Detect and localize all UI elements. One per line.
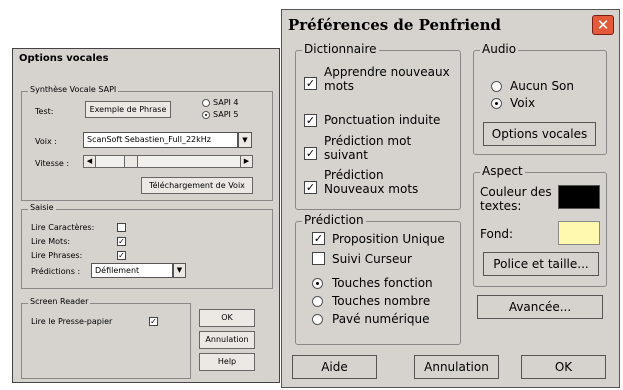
voice-options-button[interactable]: Options vocales [483, 122, 596, 146]
saisie-group-legend: Saisie [28, 203, 56, 212]
next-word-prediction-label: Prédiction mot suivant [324, 134, 412, 162]
ok-button[interactable]: OK [521, 355, 606, 379]
chevron-down-icon[interactable]: ▼ [173, 263, 186, 278]
read-sentences-checkbox[interactable]: ✓ [117, 251, 126, 260]
voice-radio[interactable] [491, 98, 502, 109]
number-keys-radio[interactable] [312, 296, 323, 307]
scroll-right-arrow-icon[interactable]: ▶ [240, 156, 252, 167]
numeric-keypad-radio[interactable] [312, 314, 323, 325]
learn-new-words-label: Apprendre nouveaux mots [324, 65, 450, 93]
help-button[interactable]: Aide [292, 355, 377, 379]
font-size-button[interactable]: Police et taille... [483, 252, 599, 276]
chevron-down-icon[interactable]: ▼ [238, 132, 252, 148]
induced-punctuation-checkbox[interactable]: ✓ [304, 114, 317, 127]
single-proposal-checkbox[interactable]: ✓ [312, 232, 325, 245]
function-keys-radio[interactable] [312, 278, 323, 289]
screen-reader-group-legend: Screen Reader [28, 297, 91, 306]
new-words-prediction-checkbox[interactable]: ✓ [304, 181, 317, 194]
vitesse-label: Vitesse : [35, 159, 70, 168]
example-phrase-button[interactable]: Exemple de Phrase [85, 101, 171, 118]
number-keys-label: Touches nombre [332, 294, 431, 308]
scroll-left-arrow-icon[interactable]: ◀ [84, 156, 96, 167]
close-icon[interactable]: ✕ [592, 15, 614, 35]
learn-new-words-checkbox[interactable]: ✓ [304, 77, 317, 90]
read-words-checkbox[interactable]: ✓ [117, 237, 126, 246]
sapi-group-legend: Synthèse Vocale SAPI [28, 85, 119, 94]
predictions-select-value: Défilement [95, 266, 140, 275]
penfriend-preferences-dialog: Préférences de Penfriend ✕ Dictionnaire … [281, 9, 620, 388]
text-color-label: Couleur des textes: [480, 185, 552, 213]
aspect-legend: Aspect [480, 164, 525, 178]
screen-reader-group: Screen Reader [21, 297, 191, 379]
clipboard-checkbox[interactable]: ✓ [149, 317, 158, 326]
background-label: Fond: [480, 227, 514, 241]
numeric-keypad-label: Pavé numérique [332, 312, 430, 326]
audio-legend: Audio [480, 42, 519, 56]
single-proposal-label: Proposition Unique [332, 232, 445, 246]
cancel-button[interactable]: Annulation [199, 331, 255, 349]
test-label: Test: [35, 107, 54, 116]
options-vocales-title: Options vocales [13, 49, 279, 69]
no-sound-label: Aucun Son [510, 79, 575, 93]
help-button[interactable]: Help [199, 353, 255, 371]
prediction-legend: Prédiction [302, 213, 366, 227]
cancel-button[interactable]: Annulation [414, 355, 499, 379]
text-color-swatch[interactable] [558, 185, 600, 209]
sapi5-label: SAPI 5 [213, 110, 239, 119]
advanced-button[interactable]: Avancée... [477, 295, 603, 319]
read-sentences-label: Lire Phrases: [31, 251, 83, 260]
options-vocales-dialog: Options vocales Synthèse Vocale SAPI Tes… [12, 48, 280, 383]
voice-select[interactable]: ScanSoft Sebastien_Full_22kHz [83, 132, 238, 148]
no-sound-radio[interactable] [491, 81, 502, 92]
penfriend-title: Préférences de Penfriend [282, 10, 619, 40]
sapi5-radio[interactable] [202, 111, 210, 119]
speed-slider-thumb[interactable] [124, 156, 138, 167]
next-word-prediction-checkbox[interactable]: ✓ [304, 147, 317, 160]
read-characters-checkbox[interactable] [117, 223, 126, 232]
sapi4-label: SAPI 4 [213, 98, 239, 107]
function-keys-label: Touches fonction [332, 276, 433, 290]
new-words-prediction-label: Prédiction Nouveaux mots [324, 168, 419, 196]
predictions-select[interactable]: Défilement [91, 263, 173, 278]
clipboard-label: Lire le Presse-papier [31, 317, 113, 326]
voix-label: Voix : [35, 137, 57, 146]
voice-select-value: ScanSoft Sebastien_Full_22kHz [87, 135, 211, 144]
ok-button[interactable]: OK [199, 309, 255, 327]
read-words-label: Lire Mots: [31, 237, 71, 246]
speed-scrollbar[interactable]: ◀ ▶ [83, 155, 253, 168]
dictionnaire-legend: Dictionnaire [302, 42, 379, 56]
predictions-label: Prédictions : [31, 267, 81, 276]
cursor-follow-checkbox[interactable] [312, 252, 325, 265]
read-characters-label: Lire Caractères: [31, 223, 95, 232]
sapi4-radio[interactable] [202, 99, 210, 107]
background-color-swatch[interactable] [558, 221, 600, 245]
voice-download-button[interactable]: Téléchargement de Voix [141, 177, 253, 194]
cursor-follow-label: Suivi Curseur [332, 252, 412, 266]
voice-label: Voix [510, 96, 536, 110]
induced-punctuation-label: Ponctuation induite [324, 113, 441, 127]
